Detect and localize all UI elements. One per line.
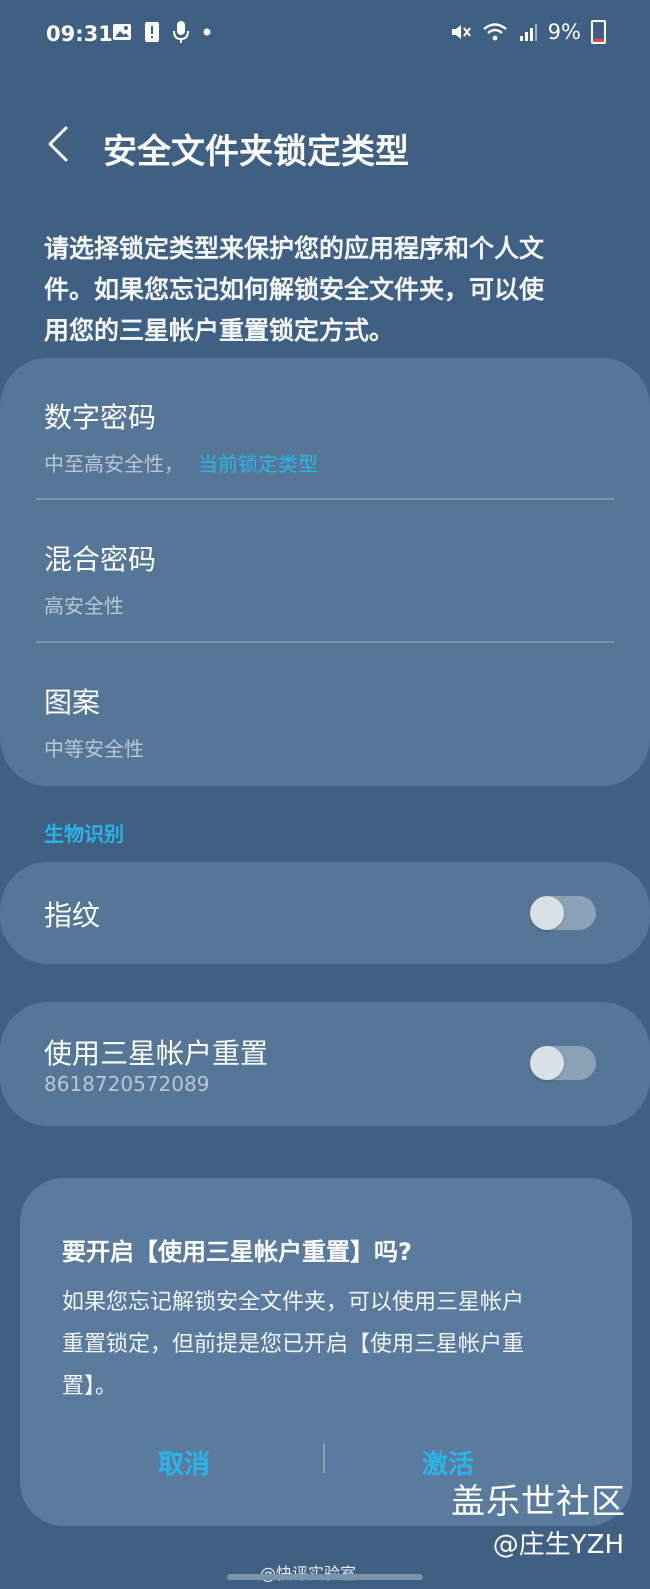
biometrics-section-header: 生物识别 (44, 822, 124, 846)
fingerprint-toggle[interactable] (530, 896, 596, 930)
alert-icon (145, 22, 159, 42)
fingerprint-row[interactable]: 指纹 (0, 862, 650, 964)
author-watermark: @庄生YZH (492, 1530, 624, 1560)
dialog-message-line: 如果您忘记解锁安全文件夹，可以使用三星帐户 (62, 1290, 525, 1315)
lock-option-title: 数字密码 (44, 401, 157, 434)
samsung-reset-label: 使用三星帐户重置 (44, 1037, 269, 1070)
navigation-handle[interactable] (227, 1574, 423, 1580)
page-title: 安全文件夹锁定类型 (103, 132, 409, 172)
lock-option-title: 混合密码 (44, 543, 157, 576)
lock-option-subtitle: 高安全性 (44, 594, 124, 618)
description-line: 请选择锁定类型来保护您的应用程序和个人文 (44, 234, 545, 263)
community-watermark: 盖乐世社区 (451, 1482, 626, 1522)
lock-option-subtitle: 中等安全性 (44, 737, 144, 761)
divider (36, 498, 614, 500)
current-lock-type-label: 当前锁定类型 (198, 452, 318, 476)
lock-option-pin[interactable]: 数字密码 中至高安全性， 当前锁定类型 (44, 396, 318, 477)
status-left-icons (112, 20, 212, 44)
source-watermark: @快评实验室 (260, 1560, 356, 1584)
divider (36, 641, 614, 643)
status-time: 09:31 (46, 22, 113, 46)
dialog-message: 如果您忘记解锁安全文件夹，可以使用三星帐户 重置锁定，但前提是您已开启【使用三星… (62, 1282, 602, 1408)
dialog-message-line: 重置锁定，但前提是您已开启【使用三星帐户重 (62, 1332, 525, 1357)
samsung-reset-toggle[interactable] (530, 1046, 596, 1080)
cancel-button[interactable]: 取消 (158, 1444, 210, 1481)
back-arrow-icon[interactable] (40, 122, 80, 166)
description-line: 用您的三星帐户重置锁定方式。 (44, 316, 395, 345)
toggle-knob (530, 896, 564, 930)
description-text: 请选择锁定类型来保护您的应用程序和个人文 件。如果您忘记如何解锁安全文件夹，可以… (44, 228, 614, 351)
fingerprint-label: 指纹 (44, 899, 101, 932)
security-level: 中至高安全性， (44, 452, 184, 476)
lock-type-card: 数字密码 中至高安全性， 当前锁定类型 混合密码 高安全性 图案 中等安全性 (0, 358, 650, 786)
samsung-account-number: 8618720572089 (44, 1072, 210, 1096)
dialog-title: 要开启【使用三星帐户重置】吗? (62, 1238, 412, 1266)
battery-icon (591, 20, 606, 44)
app-bar: 安全文件夹锁定类型 (0, 110, 650, 180)
wifi-icon (482, 23, 507, 41)
battery-percent: 9% (547, 20, 581, 44)
mute-icon (451, 25, 471, 39)
lock-option-subtitle: 中至高安全性， 当前锁定类型 (44, 448, 318, 477)
mic-icon (173, 21, 189, 43)
lock-option-pattern[interactable]: 图案 中等安全性 (44, 681, 144, 762)
button-separator (323, 1443, 325, 1473)
samsung-reset-row[interactable]: 使用三星帐户重置 8618720572089 (0, 1002, 650, 1126)
status-right: 9% (450, 20, 606, 44)
dot-icon (203, 28, 211, 36)
image-icon (113, 24, 131, 40)
signal-icon (519, 24, 537, 41)
description-line: 件。如果您忘记如何解锁安全文件夹，可以使 (44, 275, 545, 304)
dialog-message-line: 置】。 (62, 1374, 118, 1399)
lock-option-password[interactable]: 混合密码 高安全性 (44, 538, 156, 619)
status-bar: 09:31 9% (0, 0, 650, 72)
lock-option-title: 图案 (44, 686, 101, 719)
toggle-knob (530, 1046, 564, 1080)
